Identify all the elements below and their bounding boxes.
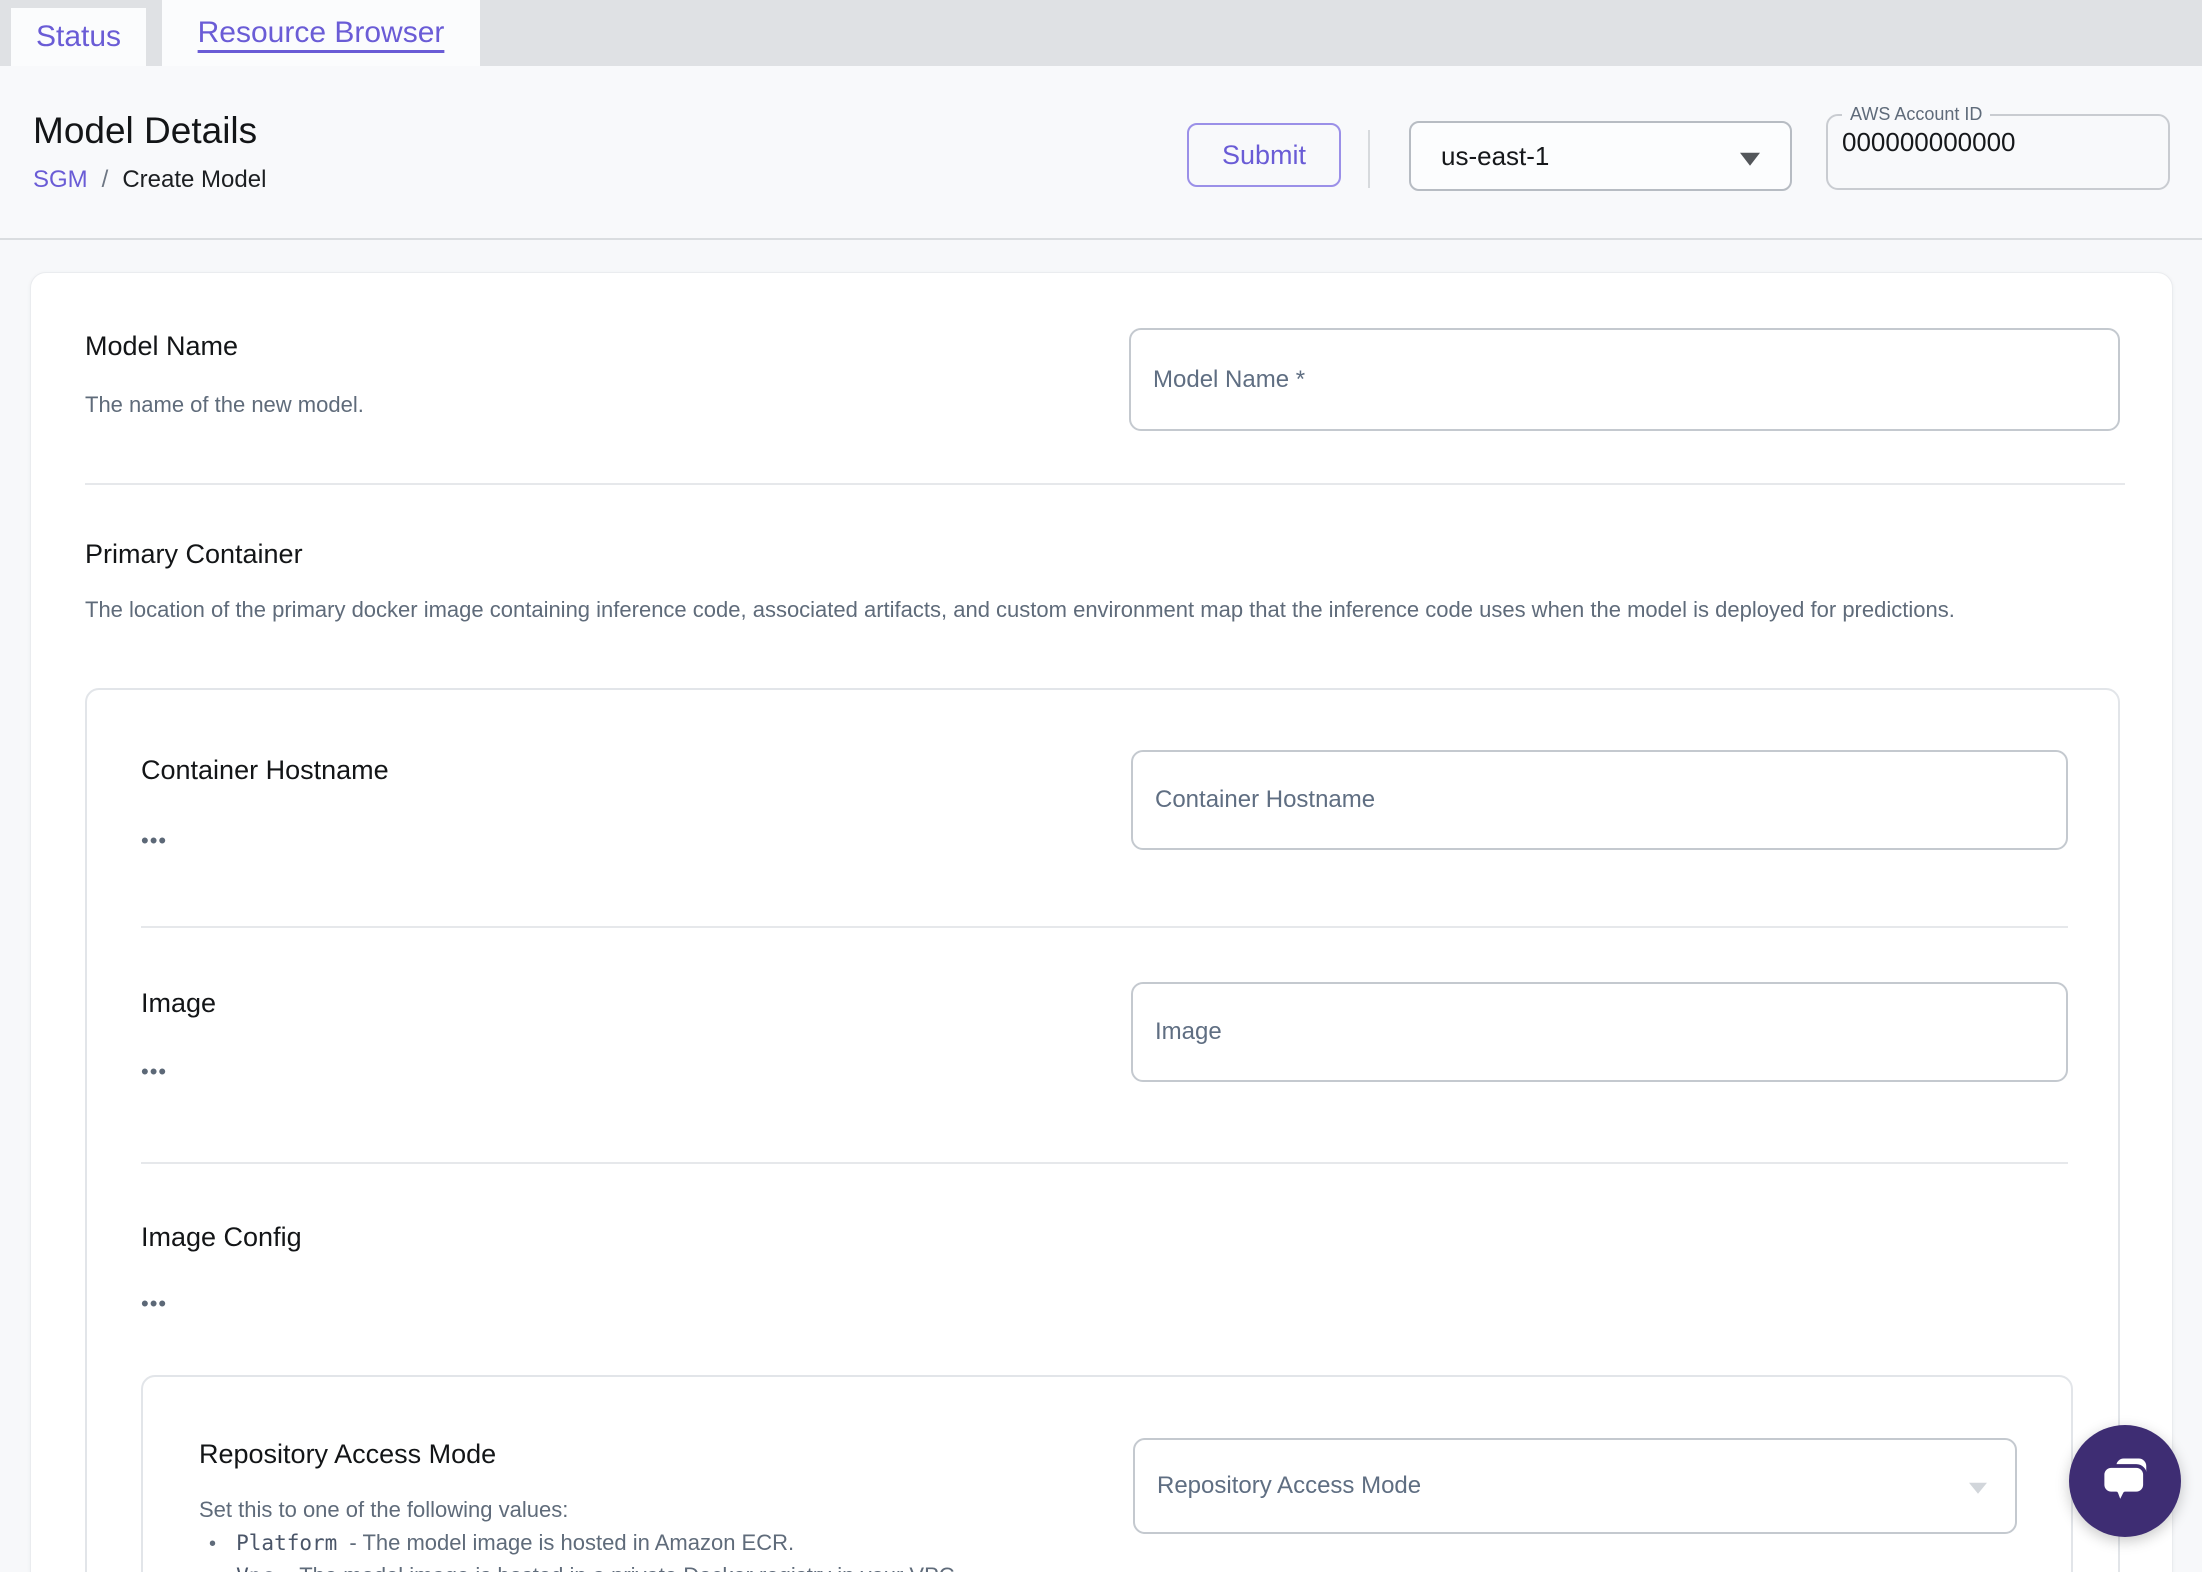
group-divider [141, 926, 2068, 928]
region-select[interactable]: us-east-1 [1409, 121, 1792, 191]
image-heading: Image [141, 988, 217, 1018]
section-divider [85, 483, 2125, 485]
repository-access-mode-options-list: • Platform - The model image is hosted i… [209, 1527, 961, 1572]
primary-container-description: The location of the primary docker image… [85, 597, 1955, 622]
tab-bar: Status Resource Browser [0, 0, 2202, 66]
model-name-heading: Model Name [85, 331, 239, 361]
model-details-card: Model Name The name of the new model. Pr… [30, 272, 2173, 1572]
image-config-more-button[interactable]: ••• [141, 1291, 167, 1317]
aws-account-id-field: AWS Account ID [1826, 104, 2170, 190]
bullet-icon: • [209, 1533, 217, 1555]
tab-resource-browser-label: Resource Browser [197, 16, 445, 49]
container-hostname-input[interactable] [1131, 750, 2068, 850]
container-hostname-more-button[interactable]: ••• [141, 828, 167, 854]
tab-status[interactable]: Status [11, 8, 146, 66]
aws-account-id-label: AWS Account ID [1850, 104, 1983, 124]
page-header: Model Details SGM / Create Model Submit … [0, 66, 2202, 240]
list-item: • Vpc - The model image is hosted in a p… [209, 1560, 961, 1572]
chevron-down-icon [1740, 152, 1760, 166]
option-code: Vpc [236, 1564, 274, 1572]
model-name-input[interactable] [1129, 328, 2120, 431]
screen: Status Resource Browser Model Details SG… [0, 0, 2202, 1572]
container-hostname-heading: Container Hostname [141, 755, 389, 785]
breadcrumb-current: Create Model [122, 166, 267, 193]
option-code: Platform [236, 1531, 338, 1555]
repository-access-mode-intro: Set this to one of the following values: [199, 1497, 569, 1522]
model-name-description: The name of the new model. [85, 392, 364, 417]
image-more-button[interactable]: ••• [141, 1059, 167, 1085]
region-select-value: us-east-1 [1441, 140, 1550, 171]
chat-widget-button[interactable] [2069, 1425, 2181, 1537]
repository-access-mode-select[interactable]: Repository Access Mode [1133, 1438, 2017, 1534]
option-text: - The model image is hosted in Amazon EC… [349, 1530, 795, 1555]
repository-access-mode-select-placeholder: Repository Access Mode [1157, 1472, 1422, 1499]
list-item: • Platform - The model image is hosted i… [209, 1527, 961, 1560]
chevron-down-icon [1969, 1482, 1987, 1494]
breadcrumb: SGM / Create Model [33, 166, 266, 194]
image-input[interactable] [1131, 982, 2068, 1082]
breadcrumb-root-link[interactable]: SGM [33, 166, 88, 194]
image-config-group: Repository Access Mode Set this to one o… [141, 1375, 2073, 1572]
option-text: - The model image is hosted in a private… [286, 1563, 961, 1572]
aws-account-id-input[interactable] [1828, 125, 2118, 158]
group-divider [141, 1162, 2068, 1164]
submit-button[interactable]: Submit [1187, 123, 1341, 187]
primary-container-group: Container Hostname ••• Image ••• Image C… [85, 688, 2120, 1572]
image-config-heading: Image Config [141, 1222, 302, 1252]
chat-bubbles-icon [2100, 1458, 2147, 1506]
tab-resource-browser[interactable]: Resource Browser [162, 0, 480, 66]
tab-status-label: Status [35, 20, 122, 53]
bullet-icon: • [209, 1566, 216, 1572]
repository-access-mode-heading: Repository Access Mode [199, 1439, 497, 1469]
breadcrumb-separator: / [101, 166, 109, 193]
page-title: Model Details [33, 110, 258, 151]
header-divider [1368, 130, 1370, 188]
primary-container-heading: Primary Container [85, 539, 303, 569]
